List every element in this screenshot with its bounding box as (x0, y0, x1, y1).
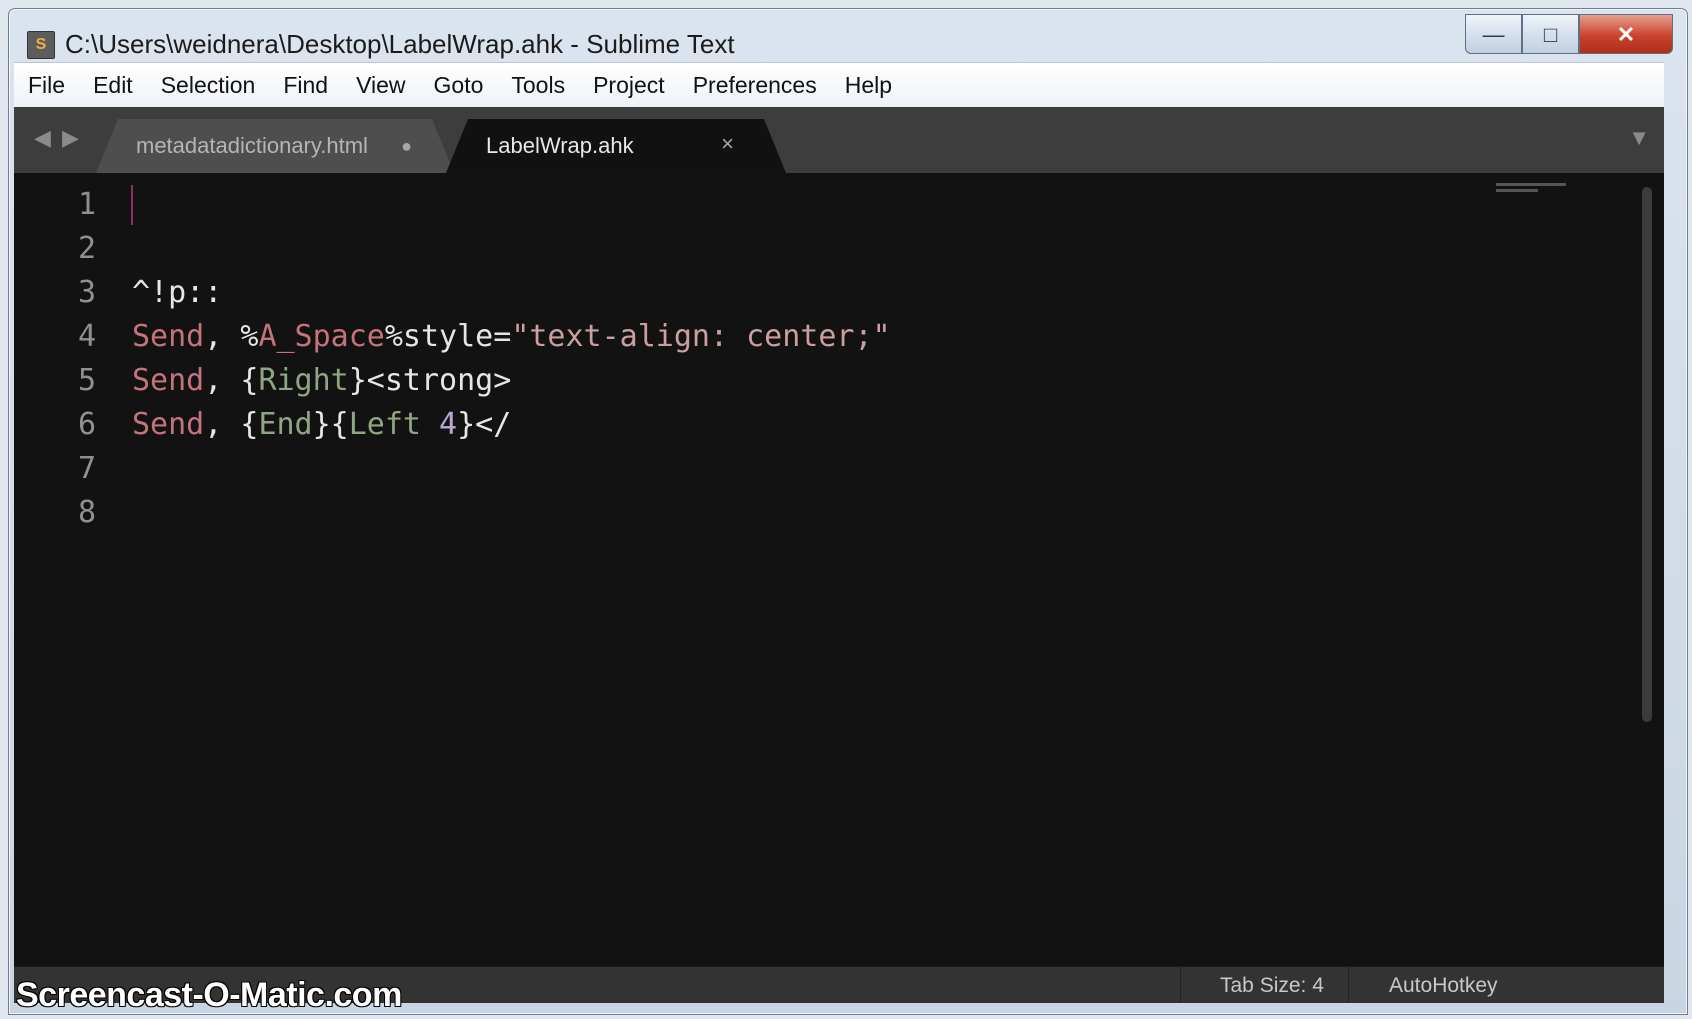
menu-tools[interactable]: Tools (497, 72, 579, 99)
tab-label: metadatadictionary.html (136, 133, 368, 158)
code-line[interactable]: ^!p:: (132, 271, 891, 315)
code-token: }{ (312, 407, 349, 442)
menu-preferences[interactable]: Preferences (679, 72, 831, 99)
maximize-button[interactable]: □ (1522, 14, 1579, 54)
menu-project[interactable]: Project (579, 72, 679, 99)
code-line[interactable] (132, 183, 891, 227)
code-line[interactable] (132, 491, 891, 535)
menu-bar: File Edit Selection Find View Goto Tools… (14, 62, 1664, 108)
code-token: , { (204, 407, 259, 442)
tab-bar: ◀ ▶ metadatadictionary.html ● LabelWrap.… (14, 107, 1664, 173)
line-number: 1 (77, 187, 96, 222)
status-divider (1348, 967, 1349, 1003)
line-number: 5 (77, 363, 96, 398)
code-token: %style= (384, 319, 512, 354)
window-controls: — □ ✕ (1465, 14, 1673, 56)
sublime-app-icon[interactable]: S (27, 31, 55, 59)
tab-size-indicator[interactable]: Tab Size: 4 (1220, 974, 1324, 998)
tab-metadatadictionary[interactable]: metadatadictionary.html ● (96, 119, 454, 173)
code-token: Send (132, 363, 205, 398)
menu-find[interactable]: Find (269, 72, 342, 99)
code-token: Left (348, 407, 421, 442)
status-divider (1180, 967, 1181, 1003)
menu-view[interactable]: View (342, 72, 419, 99)
close-button[interactable]: ✕ (1579, 14, 1673, 54)
code-token: }<strong> (348, 363, 512, 398)
minimap[interactable] (1496, 183, 1566, 199)
line-number: 4 (77, 319, 96, 354)
tab-dropdown-icon[interactable]: ▼ (1628, 125, 1650, 151)
code-token: A_Space (258, 319, 385, 354)
code-token: , { (204, 363, 259, 398)
tab-nav-left-icon[interactable]: ◀ (34, 125, 51, 151)
code-token: ^!p:: (132, 275, 223, 310)
code-token: }</ (457, 407, 512, 442)
unsaved-dot-icon[interactable]: ● (401, 136, 412, 157)
minimize-button[interactable]: — (1465, 14, 1522, 54)
menu-help[interactable]: Help (831, 72, 906, 99)
code-line[interactable]: Send, {Right}<strong> (132, 359, 891, 403)
code-line[interactable]: Send, {End}{Left 4}</ (132, 403, 891, 447)
menu-edit[interactable]: Edit (79, 72, 147, 99)
code-area[interactable]: ^!p:: Send, %A_Space%style="text-align: c… (132, 183, 891, 535)
code-line[interactable] (132, 227, 891, 271)
tab-close-icon[interactable]: × (721, 131, 734, 157)
tab-label: LabelWrap.ahk (486, 133, 634, 158)
code-editor[interactable]: 12345678 ^!p:: Send, %A_Space%style="text… (14, 173, 1664, 966)
line-number-gutter: 1 2 3 4 5 6 7 8 (14, 183, 104, 535)
menu-goto[interactable]: Goto (420, 72, 498, 99)
window-title: C:\Users\weidnera\Desktop\LabelWrap.ahk … (65, 29, 735, 59)
line-number: 7 (77, 451, 96, 486)
line-number: 2 (77, 231, 96, 266)
code-token: End (258, 407, 313, 442)
menu-selection[interactable]: Selection (147, 72, 270, 99)
code-token: 4 (421, 407, 458, 442)
line-number: 8 (77, 495, 96, 530)
code-token: Right (258, 363, 349, 398)
code-token: Send (132, 407, 205, 442)
tab-nav-right-icon[interactable]: ▶ (62, 125, 79, 151)
scrollbar-thumb[interactable] (1642, 187, 1652, 722)
code-line[interactable]: Send, %A_Space%style="text-align: center… (132, 315, 891, 359)
screencast-watermark: Screencast-O-Matic.com (16, 976, 402, 1014)
code-token: , % (204, 319, 259, 354)
line-number: 3 (77, 275, 96, 310)
syntax-indicator[interactable]: AutoHotkey (1389, 974, 1498, 998)
menu-file[interactable]: File (14, 72, 79, 99)
code-token: Send (132, 319, 205, 354)
tab-labelwrap[interactable]: LabelWrap.ahk × (446, 119, 786, 173)
code-token: "text-align: center;" (511, 319, 891, 354)
line-number: 6 (77, 407, 96, 442)
code-line[interactable] (132, 447, 891, 491)
